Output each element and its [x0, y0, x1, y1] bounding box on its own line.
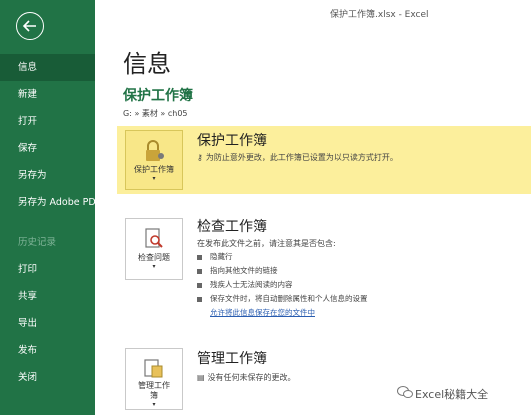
allow-save-info-link[interactable]: 允许将此信息保存在您的文件中 — [210, 308, 315, 317]
nav-item-open[interactable]: 打开 — [0, 108, 95, 135]
protect-workbook-tile-label: 保护工作簿 — [134, 165, 174, 174]
nav-item-close[interactable]: 关闭 — [0, 364, 95, 391]
list-item: 残疾人士无法阅读的内容 — [197, 278, 368, 292]
inspect-document-icon — [145, 228, 163, 248]
protect-workbook-button[interactable]: 保护工作簿 ▾ — [125, 130, 183, 190]
protect-workbook-card: 保护工作簿 ▾ 保护工作簿 ⚷ 为防止意外更改，此工作簿已设置为以只读方式打开。 — [117, 126, 531, 194]
page-title: 信息 — [123, 50, 171, 78]
manage-workbook-tile-label: 管理工作簿 — [138, 381, 170, 400]
check-for-issues-button[interactable]: 检查问题 ▾ — [125, 218, 183, 280]
list-item: 保存文件时，将自动删除属性和个人信息的设置 — [197, 292, 368, 306]
info-pane: 信息 保护工作簿 G: » 素材 » ch05 保护工作簿 ▾ 保护工作簿 ⚷ 为… — [95, 0, 531, 415]
key-icon: ⚷ — [197, 153, 203, 162]
chevron-down-icon: ▾ — [152, 263, 156, 270]
manage-workbook-heading: 管理工作簿 — [197, 351, 267, 367]
manage-workbook-card: 管理工作簿 ▾ 管理工作簿 ▤ 没有任何未保存的更改。 — [117, 344, 531, 414]
protect-workbook-heading: 保护工作簿 — [197, 133, 267, 149]
inspect-issues-list: 隐藏行 指向其他文件的链接 残疾人士无法阅读的内容 保存文件时，将自动删除属性和… — [197, 250, 368, 320]
wechat-logo-icon — [397, 386, 413, 398]
nav-item-publish[interactable]: 发布 — [0, 337, 95, 364]
check-for-issues-label: 检查问题 — [138, 253, 170, 262]
inspect-workbook-card: 检查问题 ▾ 检查工作簿 在发布此文件之前，请注意其是否包含: 隐藏行 指向其他… — [117, 212, 531, 322]
lock-key-icon — [146, 140, 164, 161]
document-icon: ▤ — [197, 373, 205, 382]
chevron-down-icon: ▾ — [152, 175, 156, 182]
list-item: 允许将此信息保存在您的文件中 — [197, 306, 368, 320]
protect-workbook-status: ⚷ 为防止意外更改，此工作簿已设置为以只读方式打开。 — [197, 152, 398, 163]
nav-item-save[interactable]: 保存 — [0, 135, 95, 162]
workbook-name: 保护工作簿 — [123, 88, 193, 104]
chevron-down-icon: ▾ — [152, 401, 156, 408]
manage-workbook-button[interactable]: 管理工作簿 ▾ — [125, 348, 183, 410]
watermark: Excel秘籍大全 — [415, 388, 489, 401]
file-path: G: » 素材 » ch05 — [123, 109, 188, 118]
nav-item-history: 历史记录 — [18, 237, 57, 248]
nav-item-share[interactable]: 共享 — [0, 283, 95, 310]
arrow-left-icon — [22, 20, 36, 32]
backstage-sidebar: 信息 新建 打开 保存 另存为 另存为 Adobe PDF 历史记录 打印 共享… — [0, 0, 101, 415]
backstage-nav: 信息 新建 打开 保存 另存为 另存为 Adobe PDF 历史记录 打印 共享… — [0, 54, 101, 391]
list-item: 指向其他文件的链接 — [197, 264, 368, 278]
nav-item-info[interactable]: 信息 — [0, 54, 95, 81]
manage-workbook-status: ▤ 没有任何未保存的更改。 — [197, 372, 296, 383]
nav-item-export[interactable]: 导出 — [0, 310, 95, 337]
inspect-workbook-intro: 在发布此文件之前，请注意其是否包含: — [197, 239, 336, 248]
nav-item-new[interactable]: 新建 — [0, 81, 95, 108]
nav-item-print[interactable]: 打印 — [0, 256, 95, 283]
manage-workbook-description: 没有任何未保存的更改。 — [207, 373, 296, 382]
nav-item-save-as[interactable]: 另存为 — [0, 162, 95, 189]
back-button[interactable] — [16, 12, 44, 40]
inspect-workbook-heading: 检查工作簿 — [197, 219, 267, 235]
list-item: 隐藏行 — [197, 250, 368, 264]
manage-workbook-icon — [144, 359, 163, 378]
nav-item-save-as-pdf[interactable]: 另存为 Adobe PDF — [0, 189, 101, 229]
protect-workbook-description: 为防止意外更改，此工作簿已设置为以只读方式打开。 — [205, 153, 398, 162]
